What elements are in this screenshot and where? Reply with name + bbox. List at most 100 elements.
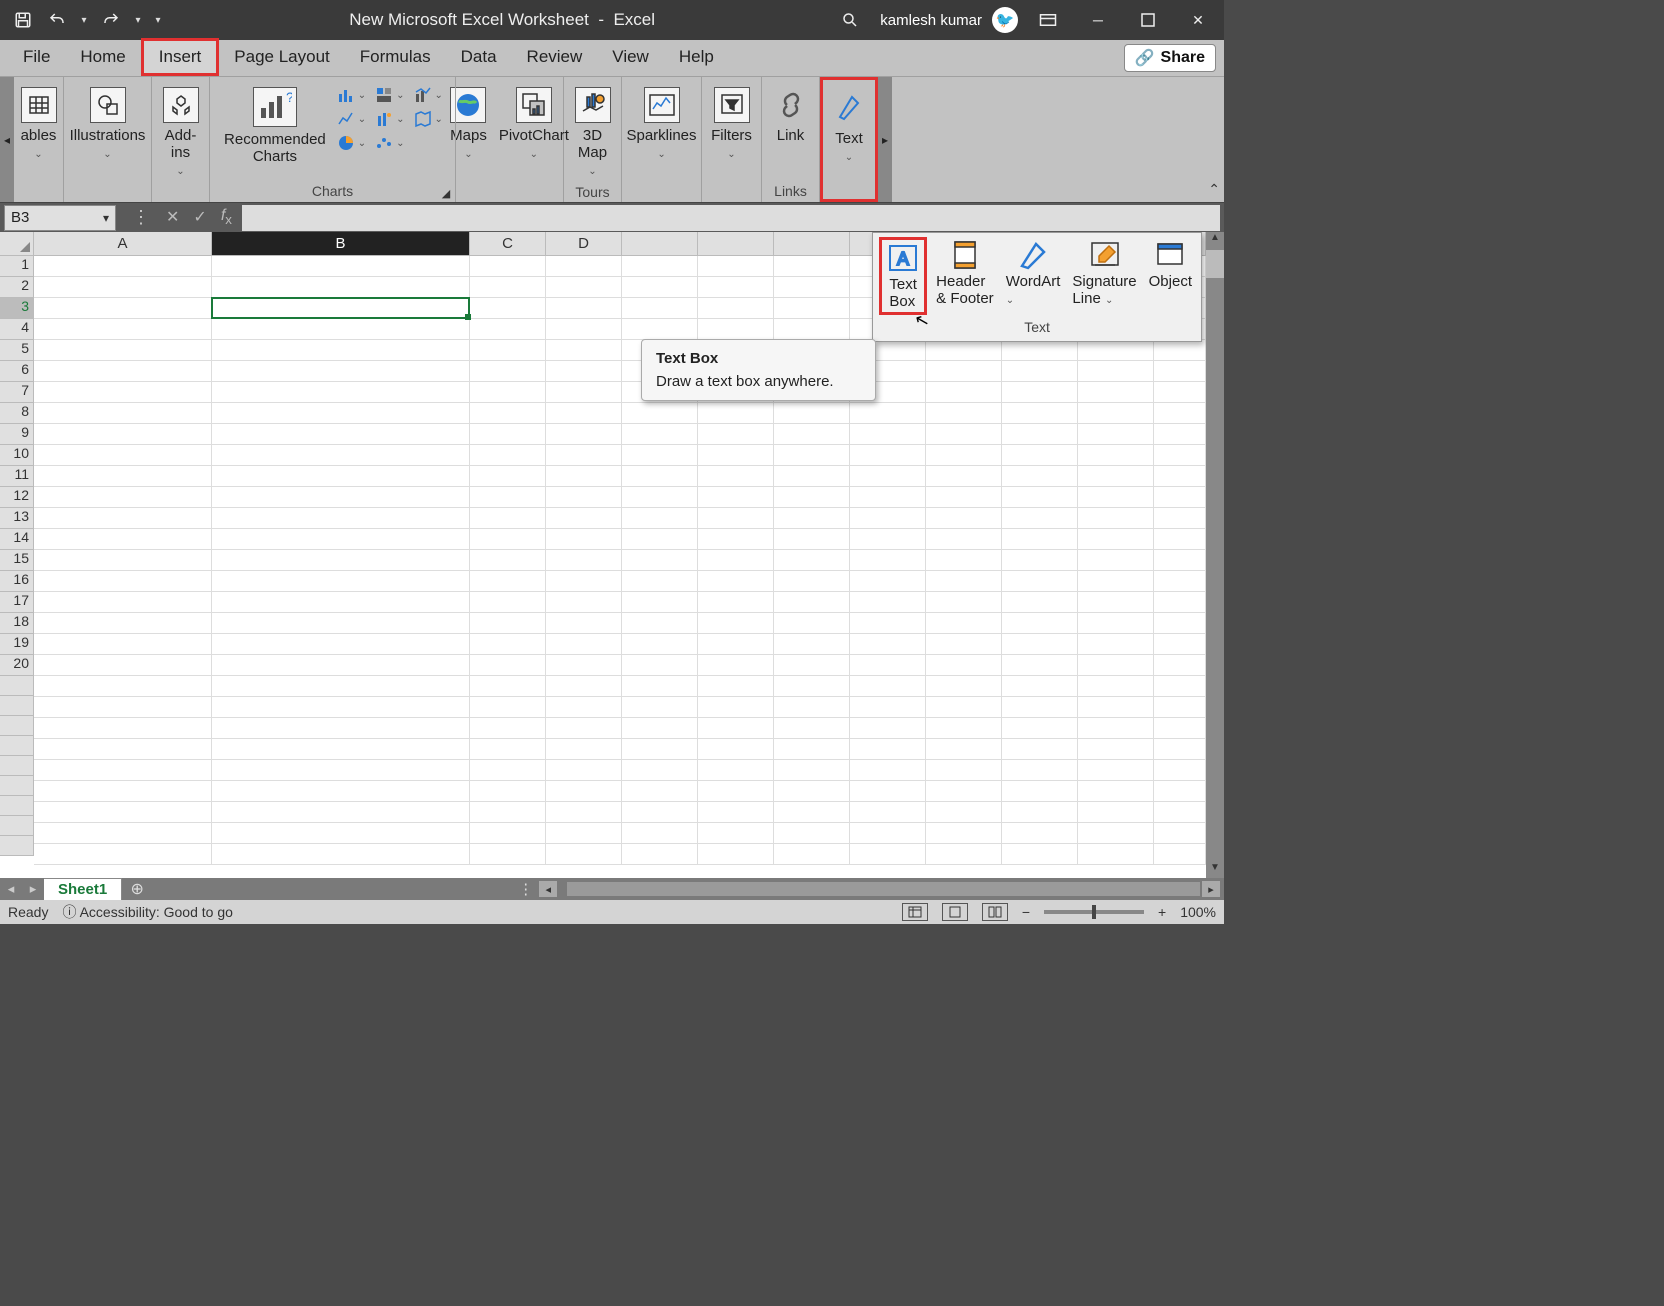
column-chart-button[interactable]: ⌄ [336,85,366,105]
save-icon[interactable] [8,5,38,35]
cell[interactable] [470,298,546,319]
header-footer-button[interactable]: Header & Footer [933,237,997,315]
row-header[interactable]: 3 [0,298,34,319]
namebox-options[interactable]: ⋮ [126,207,156,228]
cell[interactable] [34,697,212,718]
cell[interactable] [850,697,926,718]
signature-line-button[interactable]: Signature Line ⌄ [1069,237,1139,315]
row-header[interactable]: 9 [0,424,34,445]
column-header[interactable] [774,232,850,256]
cell[interactable] [34,340,212,361]
cell[interactable] [1002,781,1078,802]
cell[interactable] [1154,466,1206,487]
cell[interactable] [1002,508,1078,529]
cell[interactable] [34,571,212,592]
cell[interactable] [622,466,698,487]
page-layout-view-button[interactable] [942,903,968,921]
sheet-nav-prev[interactable]: ◂ [0,881,22,897]
cell[interactable] [622,550,698,571]
tab-data[interactable]: Data [446,41,512,76]
cell[interactable] [470,823,546,844]
cell[interactable] [622,508,698,529]
cell[interactable] [1154,760,1206,781]
illustrations-button[interactable]: Illustrations⌄ [64,83,152,166]
cell[interactable] [212,655,470,676]
cell[interactable] [850,529,926,550]
cell[interactable] [34,487,212,508]
cell[interactable] [546,382,622,403]
cell[interactable] [774,718,850,739]
cell[interactable] [850,718,926,739]
cell[interactable] [850,424,926,445]
cell[interactable] [622,424,698,445]
cell[interactable] [212,571,470,592]
cell[interactable] [34,760,212,781]
row-header[interactable]: 17 [0,592,34,613]
cell[interactable] [546,445,622,466]
row-header[interactable]: 16 [0,571,34,592]
cell[interactable] [698,256,774,277]
cell[interactable] [1154,823,1206,844]
search-icon[interactable] [830,0,870,40]
cell[interactable] [212,319,470,340]
cell[interactable] [34,634,212,655]
row-header[interactable]: 14 [0,529,34,550]
normal-view-button[interactable] [902,903,928,921]
cell[interactable] [698,508,774,529]
horizontal-scrollbar[interactable] [567,882,1200,896]
cell[interactable] [698,613,774,634]
cell[interactable] [546,592,622,613]
cell[interactable] [926,445,1002,466]
cell[interactable] [1002,403,1078,424]
cell[interactable] [698,424,774,445]
cell[interactable] [212,676,470,697]
cell[interactable] [34,508,212,529]
cell[interactable] [212,277,470,298]
cell[interactable] [622,823,698,844]
cell[interactable] [926,739,1002,760]
cell[interactable] [850,571,926,592]
cell[interactable] [1002,571,1078,592]
cell[interactable] [1078,340,1154,361]
cell[interactable] [774,760,850,781]
cell[interactable] [470,550,546,571]
cell[interactable] [926,340,1002,361]
cell[interactable] [546,802,622,823]
cell[interactable] [1078,739,1154,760]
cell[interactable] [470,718,546,739]
cell[interactable] [1002,844,1078,865]
cell[interactable] [34,466,212,487]
cell[interactable] [850,403,926,424]
cell[interactable] [470,382,546,403]
redo-icon[interactable] [96,5,126,35]
share-button[interactable]: 🔗Share [1124,44,1216,72]
cell[interactable] [774,550,850,571]
cell[interactable] [1154,445,1206,466]
cell[interactable] [774,739,850,760]
cell[interactable] [774,256,850,277]
cell[interactable] [1078,823,1154,844]
cell[interactable] [926,529,1002,550]
cell[interactable] [1078,592,1154,613]
text-button[interactable]: Text⌄ [825,86,873,169]
cell[interactable] [546,361,622,382]
cell[interactable] [774,592,850,613]
user-name[interactable]: kamlesh kumar [880,12,982,29]
scatter-chart-button[interactable]: ⌄ [374,133,404,153]
column-header[interactable] [622,232,698,256]
cell[interactable] [1078,676,1154,697]
cell[interactable] [1154,529,1206,550]
cell[interactable] [774,823,850,844]
cell[interactable] [34,361,212,382]
cell[interactable] [698,466,774,487]
cell[interactable] [546,760,622,781]
cell[interactable] [470,634,546,655]
cell[interactable] [622,529,698,550]
cell[interactable] [774,802,850,823]
cell[interactable] [774,655,850,676]
cell[interactable] [622,634,698,655]
cancel-formula-icon[interactable]: ✕ [166,207,179,227]
qat-customize-icon[interactable]: ▾ [150,15,166,26]
cell[interactable] [774,466,850,487]
cell[interactable] [926,697,1002,718]
